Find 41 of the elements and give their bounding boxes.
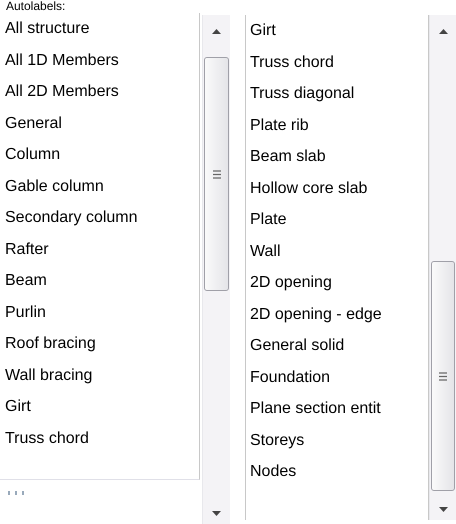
list-item[interactable]: Girt bbox=[250, 15, 428, 46]
list-item[interactable]: General bbox=[5, 108, 200, 139]
list-item[interactable]: Plane section entit bbox=[250, 393, 428, 424]
scroll-down-icon[interactable] bbox=[438, 507, 448, 512]
list-item[interactable]: All 2D Members bbox=[5, 76, 200, 108]
list-item[interactable]: Hollow core slab bbox=[250, 172, 428, 204]
list-item[interactable]: Wall bbox=[250, 236, 428, 267]
list-item[interactable]: Beam bbox=[5, 265, 200, 296]
scroll-thumb[interactable] bbox=[204, 57, 229, 291]
scrollbar[interactable] bbox=[202, 15, 230, 524]
list-item[interactable]: Foundation bbox=[250, 362, 428, 393]
list-item[interactable]: Plate rib bbox=[250, 110, 428, 141]
scroll-up-icon[interactable] bbox=[438, 29, 448, 34]
list-item[interactable]: Gable column bbox=[5, 170, 200, 202]
list-item[interactable]: Beam slab bbox=[250, 141, 428, 172]
scroll-thumb[interactable] bbox=[430, 261, 455, 491]
scroll-up-icon[interactable] bbox=[212, 29, 222, 34]
list-item[interactable]: Storeys bbox=[250, 424, 428, 456]
list-item[interactable]: Rafter bbox=[5, 234, 200, 265]
grip-icon bbox=[212, 170, 221, 178]
section-heading: Autolabels: bbox=[5, 0, 66, 13]
scroll-grip-icon bbox=[8, 491, 24, 495]
list-item[interactable]: Wall bracing bbox=[5, 360, 200, 391]
list-item[interactable]: Plate bbox=[250, 204, 428, 236]
list-item[interactable]: Truss diagonal bbox=[250, 78, 428, 110]
list-item[interactable]: 2D opening - edge bbox=[250, 298, 428, 330]
scrollbar[interactable] bbox=[428, 15, 456, 520]
list-item[interactable]: Secondary column bbox=[5, 202, 200, 234]
list-item[interactable]: Truss chord bbox=[250, 46, 428, 78]
list-item[interactable]: General solid bbox=[250, 330, 428, 362]
list-item[interactable]: All structure bbox=[5, 13, 200, 44]
list-item[interactable]: All 1D Members bbox=[5, 44, 200, 76]
list-item[interactable]: Purlin bbox=[5, 296, 200, 328]
list-item[interactable]: Girt bbox=[5, 391, 200, 422]
list-item[interactable]: 2D opening bbox=[250, 267, 428, 298]
list-item[interactable]: Column bbox=[5, 139, 200, 170]
list-item[interactable]: Roof bracing bbox=[5, 328, 200, 360]
list-item[interactable]: Truss chord bbox=[5, 422, 200, 454]
grip-icon bbox=[438, 372, 447, 380]
list-item[interactable]: Nodes bbox=[250, 456, 428, 488]
scroll-down-icon[interactable] bbox=[212, 511, 222, 516]
